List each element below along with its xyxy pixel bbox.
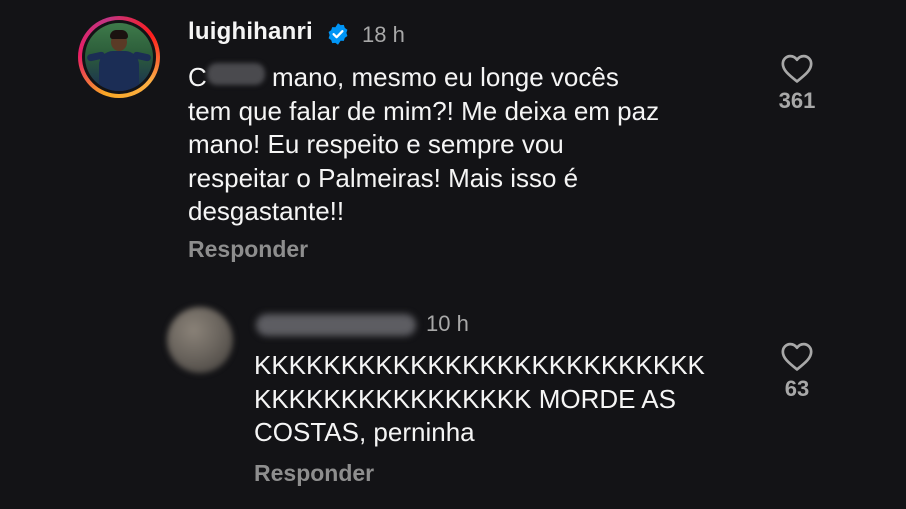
- story-ring-avatar[interactable]: [78, 16, 160, 98]
- comment-timestamp: 18 h: [362, 22, 405, 47]
- comment-text-start: C: [188, 62, 207, 92]
- censored-word: caralho: [206, 63, 265, 85]
- heart-outline-icon: [781, 342, 813, 371]
- comments-section: luighihanri 18 h Ccaralho mano, mesmo eu…: [0, 0, 906, 509]
- reply-like-button[interactable]: 63: [767, 340, 827, 402]
- reply-body: KKKKKKKKKKKKKKKKKKKKKKKKKK KKKKKKKKKKKKK…: [254, 350, 705, 447]
- like-count: 361: [778, 88, 816, 113]
- avatar-ring-gap: [82, 20, 156, 94]
- like-button[interactable]: 361: [767, 52, 827, 114]
- reply-button[interactable]: Responder: [188, 236, 308, 263]
- reply-avatar[interactable]: [167, 307, 233, 373]
- comment-username[interactable]: luighihanri: [188, 18, 313, 46]
- comment-text-rest: tem que falar de mim?! Me deixa em paz m…: [188, 95, 660, 227]
- avatar: [85, 23, 153, 91]
- avatar-hair: [110, 30, 128, 39]
- reply-timestamp: 10 h: [426, 311, 469, 336]
- reply-like-count: 63: [784, 376, 810, 401]
- reply-username[interactable]: adrianoerreli: [256, 314, 416, 336]
- comment-body: Ccaralho mano, mesmo eu longe vocês tem …: [188, 61, 659, 229]
- verified-badge-icon: [328, 23, 348, 45]
- reply-reply-button[interactable]: Responder: [254, 460, 374, 487]
- comment-text-line1: mano, mesmo eu longe vocês: [264, 62, 619, 92]
- heart-outline-icon: [781, 54, 813, 83]
